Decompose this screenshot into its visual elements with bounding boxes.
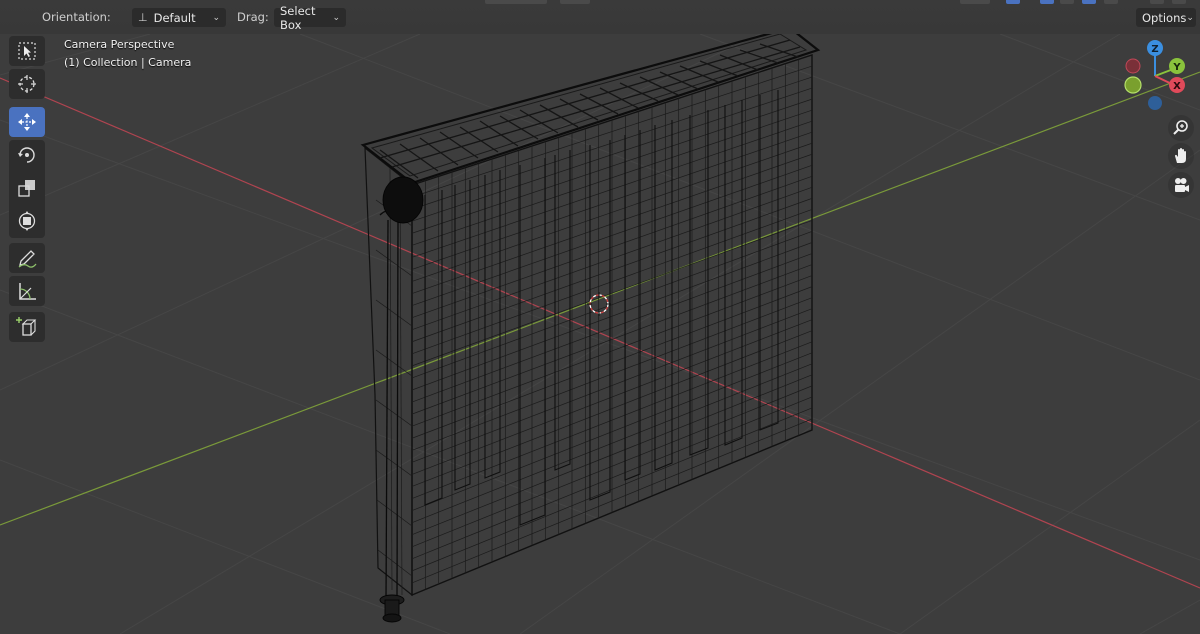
tool-move[interactable]	[9, 107, 45, 137]
drag-value: Select Box	[280, 3, 316, 32]
header-tab-indicator[interactable]	[1104, 0, 1118, 4]
tool-add-cube[interactable]	[9, 312, 45, 342]
header-toggle-indicator[interactable]	[1040, 0, 1054, 4]
tool-annotate[interactable]	[9, 243, 45, 273]
viewport-header: Orientation: ⊥ Default ⌄ Drag: Select Bo…	[0, 0, 1200, 34]
header-toggle-indicator[interactable]	[1006, 0, 1020, 4]
viewport-scene: Z Y X	[0, 26, 1200, 634]
orientation-axes-icon: ⊥	[138, 11, 148, 24]
pan-button[interactable]	[1168, 143, 1194, 169]
gizmo-neg-y-handle[interactable]	[1124, 76, 1142, 94]
orientation-value: Default	[153, 10, 196, 25]
annotate-icon	[18, 250, 37, 268]
options-dropdown[interactable]: Options ⌄	[1136, 8, 1196, 27]
header-tab-indicator[interactable]	[1172, 0, 1186, 4]
header-tab-indicator	[485, 0, 547, 4]
tool-cursor[interactable]	[9, 69, 45, 99]
header-tab-indicator[interactable]	[1150, 0, 1164, 4]
tool-measure[interactable]	[9, 276, 45, 306]
orientation-dropdown[interactable]: ⊥ Default ⌄	[132, 8, 226, 27]
header-tab-indicator	[560, 0, 590, 4]
scale-icon	[18, 180, 35, 197]
transform-icon	[18, 211, 36, 231]
collection-info-text: (1) Collection | Camera	[64, 56, 192, 69]
zoom-icon	[1173, 120, 1188, 135]
hand-pan-icon	[1175, 148, 1186, 163]
chevron-down-icon: ⌄	[332, 12, 340, 23]
x-axis-line	[0, 77, 1200, 589]
drag-label: Drag:	[237, 10, 269, 24]
cursor-icon	[18, 75, 36, 93]
wireframe-model[interactable]	[360, 26, 821, 623]
move-icon	[18, 113, 36, 131]
gizmo-neg-z-handle[interactable]	[1148, 96, 1162, 110]
zoom-button[interactable]	[1168, 115, 1194, 141]
tool-select-box[interactable]	[9, 36, 45, 66]
tool-scale[interactable]	[9, 173, 45, 203]
camera-icon	[1175, 178, 1189, 192]
header-tab-indicator	[960, 0, 990, 4]
camera-view-button[interactable]	[1168, 172, 1194, 198]
drag-dropdown[interactable]: Select Box ⌄	[274, 4, 346, 32]
header-tab-indicator[interactable]	[1060, 0, 1074, 4]
gizmo-y-label: Y	[1172, 62, 1181, 73]
select-box-icon	[18, 42, 36, 60]
chevron-down-icon: ⌄	[212, 12, 220, 23]
tool-rotate[interactable]	[9, 140, 45, 170]
gizmo-z-label: Z	[1151, 44, 1158, 55]
tool-transform[interactable]	[9, 206, 45, 236]
navigation-gizmo[interactable]: Z Y X	[1124, 40, 1185, 110]
rotate-icon	[18, 147, 35, 163]
orientation-label: Orientation:	[42, 10, 111, 24]
3d-viewport[interactable]: Z Y X	[0, 0, 1200, 634]
add-cube-icon	[16, 317, 37, 336]
options-label: Options	[1142, 10, 1187, 25]
gizmo-x-label: X	[1173, 81, 1181, 92]
y-axis-line	[0, 71, 1200, 526]
view-name-text: Camera Perspective	[64, 38, 175, 51]
chevron-down-icon: ⌄	[1186, 12, 1194, 23]
measure-icon	[19, 283, 36, 300]
gizmo-neg-x-handle[interactable]	[1125, 58, 1141, 74]
header-toggle-indicator[interactable]	[1082, 0, 1096, 4]
